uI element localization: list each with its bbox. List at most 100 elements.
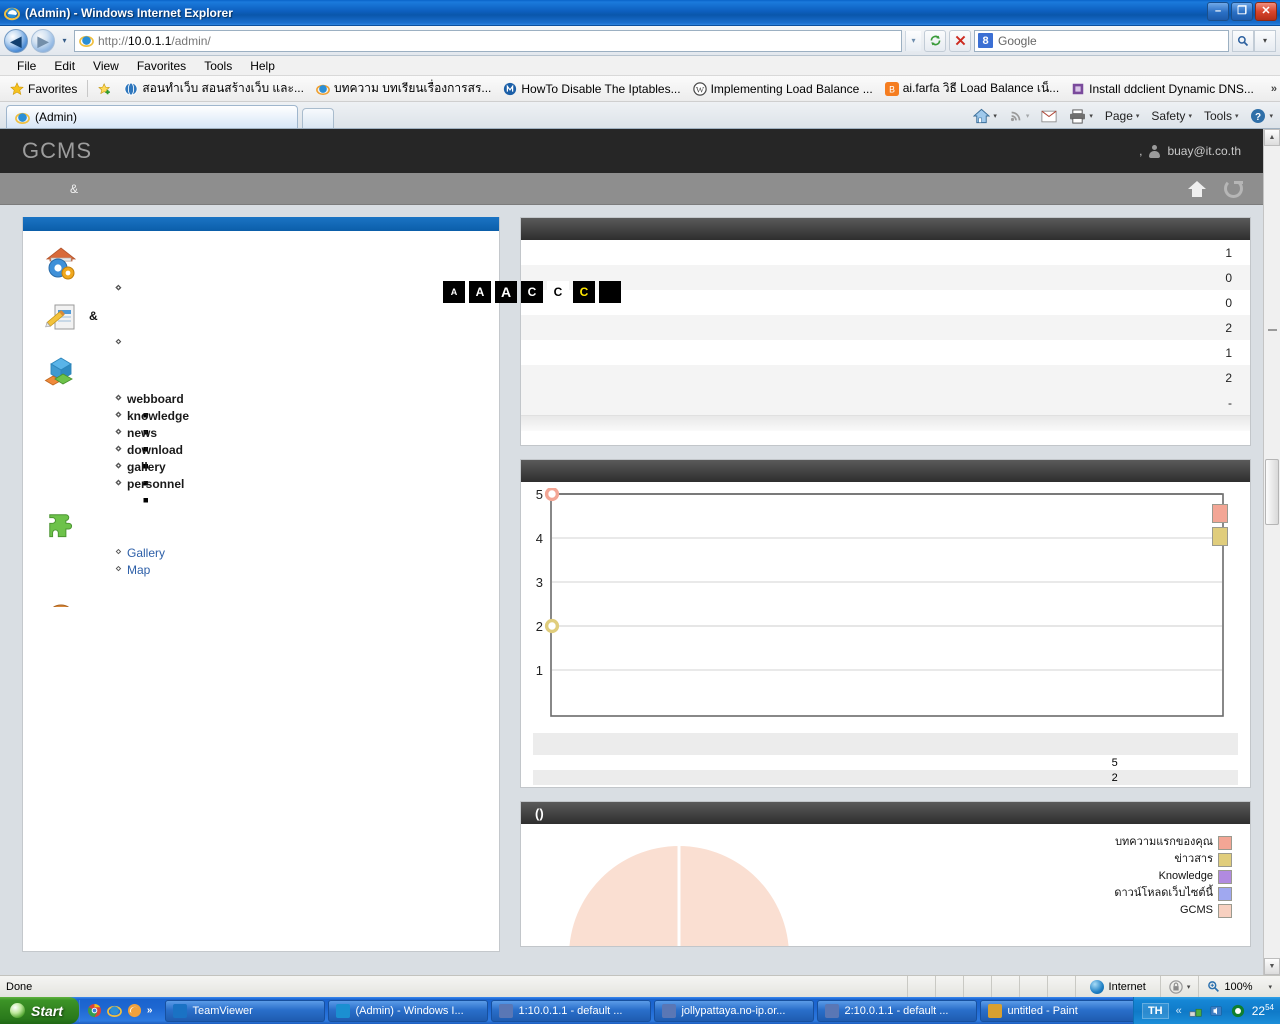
home-button[interactable]: ▾ <box>968 106 1002 126</box>
sidebar-item-map[interactable]: Map <box>115 561 499 579</box>
svg-text:4: 4 <box>536 531 543 546</box>
page-scrollbar[interactable]: ▲ ▼ <box>1263 129 1280 975</box>
zoom-control[interactable]: 100% ▾ <box>1198 976 1280 997</box>
language-indicator[interactable]: TH <box>1141 1002 1169 1019</box>
taskbar-button[interactable]: (Admin) - Windows I... <box>328 999 489 1022</box>
chart-foot-label <box>533 770 992 785</box>
taskbar-button[interactable]: untitled - Paint <box>980 999 1141 1022</box>
tab-admin[interactable]: (Admin) <box>6 105 298 128</box>
sidebar-item[interactable]: webboard <box>115 390 499 408</box>
contrast-black-button[interactable] <box>599 281 621 303</box>
tools-menu[interactable]: Tools ▾ <box>1199 107 1244 125</box>
page-menu[interactable]: Page ▾ <box>1100 107 1145 125</box>
user-area: , buay@it.co.th <box>1139 129 1241 173</box>
minimize-button[interactable]: – <box>1207 2 1229 21</box>
command-bar: ▾ ▾ ▾ Page ▾ Safety ▾ Tools ▾ ? ▾ <box>968 106 1278 126</box>
stats-table-footer <box>521 415 1250 431</box>
sidebar-item[interactable]: news <box>115 424 499 442</box>
internet-explorer-icon[interactable] <box>107 1003 122 1018</box>
recent-pages-caret[interactable]: ▾ <box>58 30 71 52</box>
volume-icon[interactable] <box>1210 1004 1224 1018</box>
feeds-button[interactable]: ▾ <box>1004 107 1035 125</box>
security-zone[interactable]: Internet <box>1074 976 1160 997</box>
stat-spacer <box>856 290 1075 315</box>
maximize-button[interactable]: ❐ <box>1231 2 1253 21</box>
favorite-link[interactable]: W Implementing Load Balance ... <box>687 82 879 96</box>
clock[interactable]: 2254 <box>1252 1003 1274 1018</box>
logout-icon[interactable] <box>1224 179 1243 198</box>
help-icon: ? <box>1251 109 1266 123</box>
search-options-caret[interactable]: ▾ <box>1254 29 1276 52</box>
refresh-button[interactable] <box>924 29 946 52</box>
firefox-icon[interactable] <box>127 1003 142 1018</box>
site-home-icon[interactable] <box>1188 180 1206 197</box>
feeds-caret[interactable]: ▾ <box>1026 112 1030 120</box>
sidebar-item-gallery[interactable]: Gallery <box>115 544 499 562</box>
user-email[interactable]: buay@it.co.th <box>1167 144 1241 158</box>
navigation-bar: ◀ ▶ ▾ http://10.0.1.1/admin/ ▾ 8 Google … <box>0 26 1280 56</box>
favorites-overflow-icon[interactable]: » <box>1271 83 1277 95</box>
favorite-link[interactable]: บทความ บทเรียนเรื่องการสร... <box>310 79 497 98</box>
scroll-up-button[interactable]: ▲ <box>1264 129 1280 146</box>
tray-expand-icon[interactable]: « <box>1176 1005 1182 1017</box>
menu-help[interactable]: Help <box>241 56 284 76</box>
scroll-down-button[interactable]: ▼ <box>1264 958 1280 975</box>
menu-file[interactable]: File <box>8 56 45 76</box>
taskbar-button[interactable]: jollypattaya.no-ip.or... <box>654 999 815 1022</box>
stat-value: 1 <box>1225 345 1232 360</box>
site-logo[interactable]: GCMS <box>22 138 92 164</box>
chart-foot-header-value <box>991 733 1238 755</box>
taskbar-button[interactable]: TeamViewer <box>165 999 326 1022</box>
search-input[interactable]: 8 Google <box>974 29 1229 52</box>
chrome-icon[interactable] <box>87 1003 102 1018</box>
stats-table: 1 0 0 2 1 2 - <box>521 240 1250 415</box>
stop-button[interactable] <box>949 29 971 52</box>
sidebar-item[interactable]: download <box>115 441 499 459</box>
sidebar-item[interactable]: gallery <box>115 458 499 476</box>
favorite-link[interactable]: สอนทำเว็บ สอนสร้างเว็บ และ... <box>118 79 310 98</box>
teamviewer-tray-icon[interactable] <box>1231 1004 1245 1018</box>
forward-button[interactable]: ▶ <box>31 28 55 53</box>
favorites-button[interactable]: Favorites <box>4 82 83 96</box>
scrollbar-thumb[interactable] <box>1265 459 1279 525</box>
contrast-inverse-button[interactable]: C <box>547 281 569 303</box>
favorite-link[interactable]: HowTo Disable The Iptables... <box>497 82 686 96</box>
new-tab-button[interactable] <box>302 108 334 128</box>
mail-button[interactable] <box>1036 108 1062 125</box>
address-dropdown[interactable]: ▾ <box>905 30 921 51</box>
print-caret[interactable]: ▾ <box>1089 112 1093 120</box>
quicklaunch-overflow-icon[interactable]: » <box>147 1005 153 1016</box>
site-favicon-6 <box>1072 83 1084 94</box>
stat-label <box>521 390 856 415</box>
contrast-yellow-button[interactable]: C <box>573 281 595 303</box>
search-button[interactable] <box>1232 29 1254 52</box>
address-bar[interactable]: http://10.0.1.1/admin/ <box>74 29 902 52</box>
protected-mode[interactable]: ▾ <box>1159 976 1199 997</box>
back-button[interactable]: ◀ <box>4 28 28 53</box>
tools-caret: ▾ <box>1234 113 1239 120</box>
network-icon[interactable] <box>1189 1004 1203 1018</box>
menu-favorites[interactable]: Favorites <box>128 56 195 76</box>
status-divider <box>990 976 1019 997</box>
sidebar-item[interactable]: knowledge <box>115 407 499 425</box>
sidebar-item[interactable]: personnel <box>115 475 499 493</box>
stat-label <box>521 340 856 365</box>
menu-edit[interactable]: Edit <box>45 56 84 76</box>
edit-page-icon <box>43 299 79 335</box>
favorites-add[interactable] <box>92 82 118 96</box>
menu-tools[interactable]: Tools <box>195 56 241 76</box>
favorite-link[interactable]: B ai.farfa วิธี Load Balance เน็... <box>879 79 1065 98</box>
contrast-normal-button[interactable]: C <box>521 281 543 303</box>
print-button[interactable]: ▾ <box>1064 107 1098 126</box>
safety-menu[interactable]: Safety ▾ <box>1146 107 1197 125</box>
window-controls: – ❐ ✕ <box>1207 2 1277 21</box>
start-button[interactable]: Start <box>0 997 79 1024</box>
taskbar-button[interactable]: 2:10.0.1.1 - default ... <box>817 999 978 1022</box>
close-button[interactable]: ✕ <box>1255 2 1277 21</box>
menu-view[interactable]: View <box>84 56 128 76</box>
sidebar-group-plugins <box>23 505 499 545</box>
home-caret[interactable]: ▾ <box>993 112 997 120</box>
favorite-link[interactable]: Install ddclient Dynamic DNS... <box>1065 82 1260 96</box>
help-menu[interactable]: ? ▾ <box>1245 106 1278 126</box>
taskbar-button[interactable]: 1:10.0.1.1 - default ... <box>491 999 652 1022</box>
